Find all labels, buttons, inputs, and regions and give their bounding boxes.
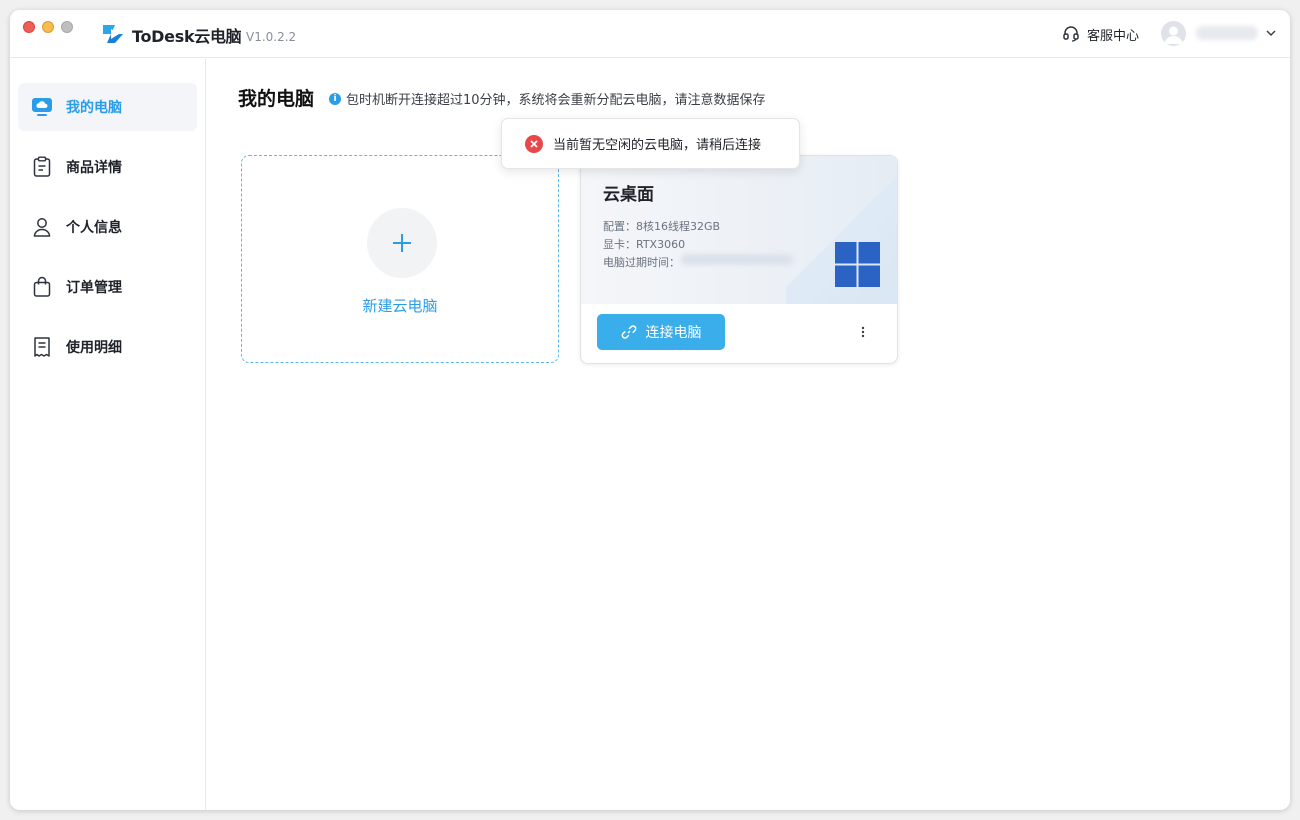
user-icon [31, 216, 53, 238]
error-toast: 当前暂无空闲的云电脑，请稍后连接 [501, 118, 800, 169]
cloud-pc-gpu: 显卡：RTX3060 [603, 238, 686, 251]
app-window: ToDesk云电脑 V1.0.2.2 客服中心 我的电脑 商品详情 个人信息 订… [10, 10, 1290, 810]
error-icon [525, 134, 543, 153]
todesk-logo-icon [103, 25, 123, 43]
cloud-pc-card: 云桌面 配置：8核16线程32GB 显卡：RTX3060 电脑过期时间： 连接电… [580, 155, 898, 364]
page-title: 我的电脑 [238, 88, 315, 110]
customer-service-label: 客服中心 [1087, 28, 1140, 44]
connect-computer-label: 连接电脑 [645, 325, 702, 341]
close-window-button[interactable] [23, 21, 35, 33]
username-redacted[interactable] [1196, 26, 1258, 40]
minimize-window-button[interactable] [42, 21, 54, 33]
customer-service-link[interactable]: 客服中心 [1062, 24, 1139, 44]
sidebar-item-label: 商品详情 [66, 160, 122, 176]
windows-logo-icon [835, 242, 880, 287]
error-toast-message: 当前暂无空闲的云电脑，请稍后连接 [553, 138, 762, 153]
expiry-time-redacted [681, 254, 793, 265]
sidebar-item-usage-details[interactable]: 使用明细 [18, 323, 197, 371]
more-options-button[interactable] [853, 322, 873, 342]
cloud-pc-card-header: 云桌面 配置：8核16线程32GB 显卡：RTX3060 电脑过期时间： [581, 156, 897, 304]
title-bar: ToDesk云电脑 V1.0.2.2 客服中心 [10, 10, 1290, 58]
plus-button[interactable] [367, 208, 437, 278]
cloud-pc-expiry-label: 电脑过期时间： [603, 256, 680, 269]
cloud-pc-name: 云桌面 [603, 185, 654, 205]
more-vertical-icon [861, 326, 865, 338]
cloud-pc-config: 配置：8核16线程32GB [603, 220, 721, 233]
app-version: V1.0.2.2 [246, 30, 297, 44]
info-icon: i [329, 92, 341, 105]
sidebar-item-label: 个人信息 [66, 220, 122, 236]
sidebar-item-label: 订单管理 [66, 280, 122, 296]
cloud-monitor-icon [31, 96, 53, 118]
sidebar-item-label: 使用明细 [66, 340, 122, 356]
headset-icon [1063, 26, 1079, 42]
sidebar-item-personal-info[interactable]: 个人信息 [18, 203, 197, 251]
clipboard-icon [31, 156, 53, 178]
link-icon [621, 325, 636, 339]
zoom-window-button[interactable] [61, 21, 73, 33]
shopping-bag-icon [31, 276, 53, 298]
new-cloud-pc-card[interactable]: 新建云电脑 [241, 155, 559, 363]
sidebar: 我的电脑 商品详情 个人信息 订单管理 使用明细 [10, 59, 206, 810]
sidebar-item-product-details[interactable]: 商品详情 [18, 143, 197, 191]
app-title: ToDesk云电脑 [132, 27, 242, 46]
receipt-icon [31, 336, 53, 358]
sidebar-item-my-computers[interactable]: 我的电脑 [18, 83, 197, 131]
sidebar-item-order-management[interactable]: 订单管理 [18, 263, 197, 311]
main-content: 我的电脑 i 包时机断开连接超过10分钟，系统将会重新分配云电脑，请注意数据保存… [207, 59, 1290, 810]
sidebar-item-label: 我的电脑 [66, 100, 122, 116]
new-cloud-pc-label: 新建云电脑 [362, 297, 438, 315]
chevron-down-icon[interactable] [1265, 27, 1277, 39]
notice-text: 包时机断开连接超过10分钟，系统将会重新分配云电脑，请注意数据保存 [346, 93, 766, 108]
avatar-icon [1164, 26, 1183, 44]
connect-computer-button[interactable]: 连接电脑 [597, 314, 725, 350]
avatar[interactable] [1161, 21, 1186, 46]
notice-banner: i 包时机断开连接超过10分钟，系统将会重新分配云电脑，请注意数据保存 [329, 89, 766, 108]
plus-icon [393, 234, 411, 252]
